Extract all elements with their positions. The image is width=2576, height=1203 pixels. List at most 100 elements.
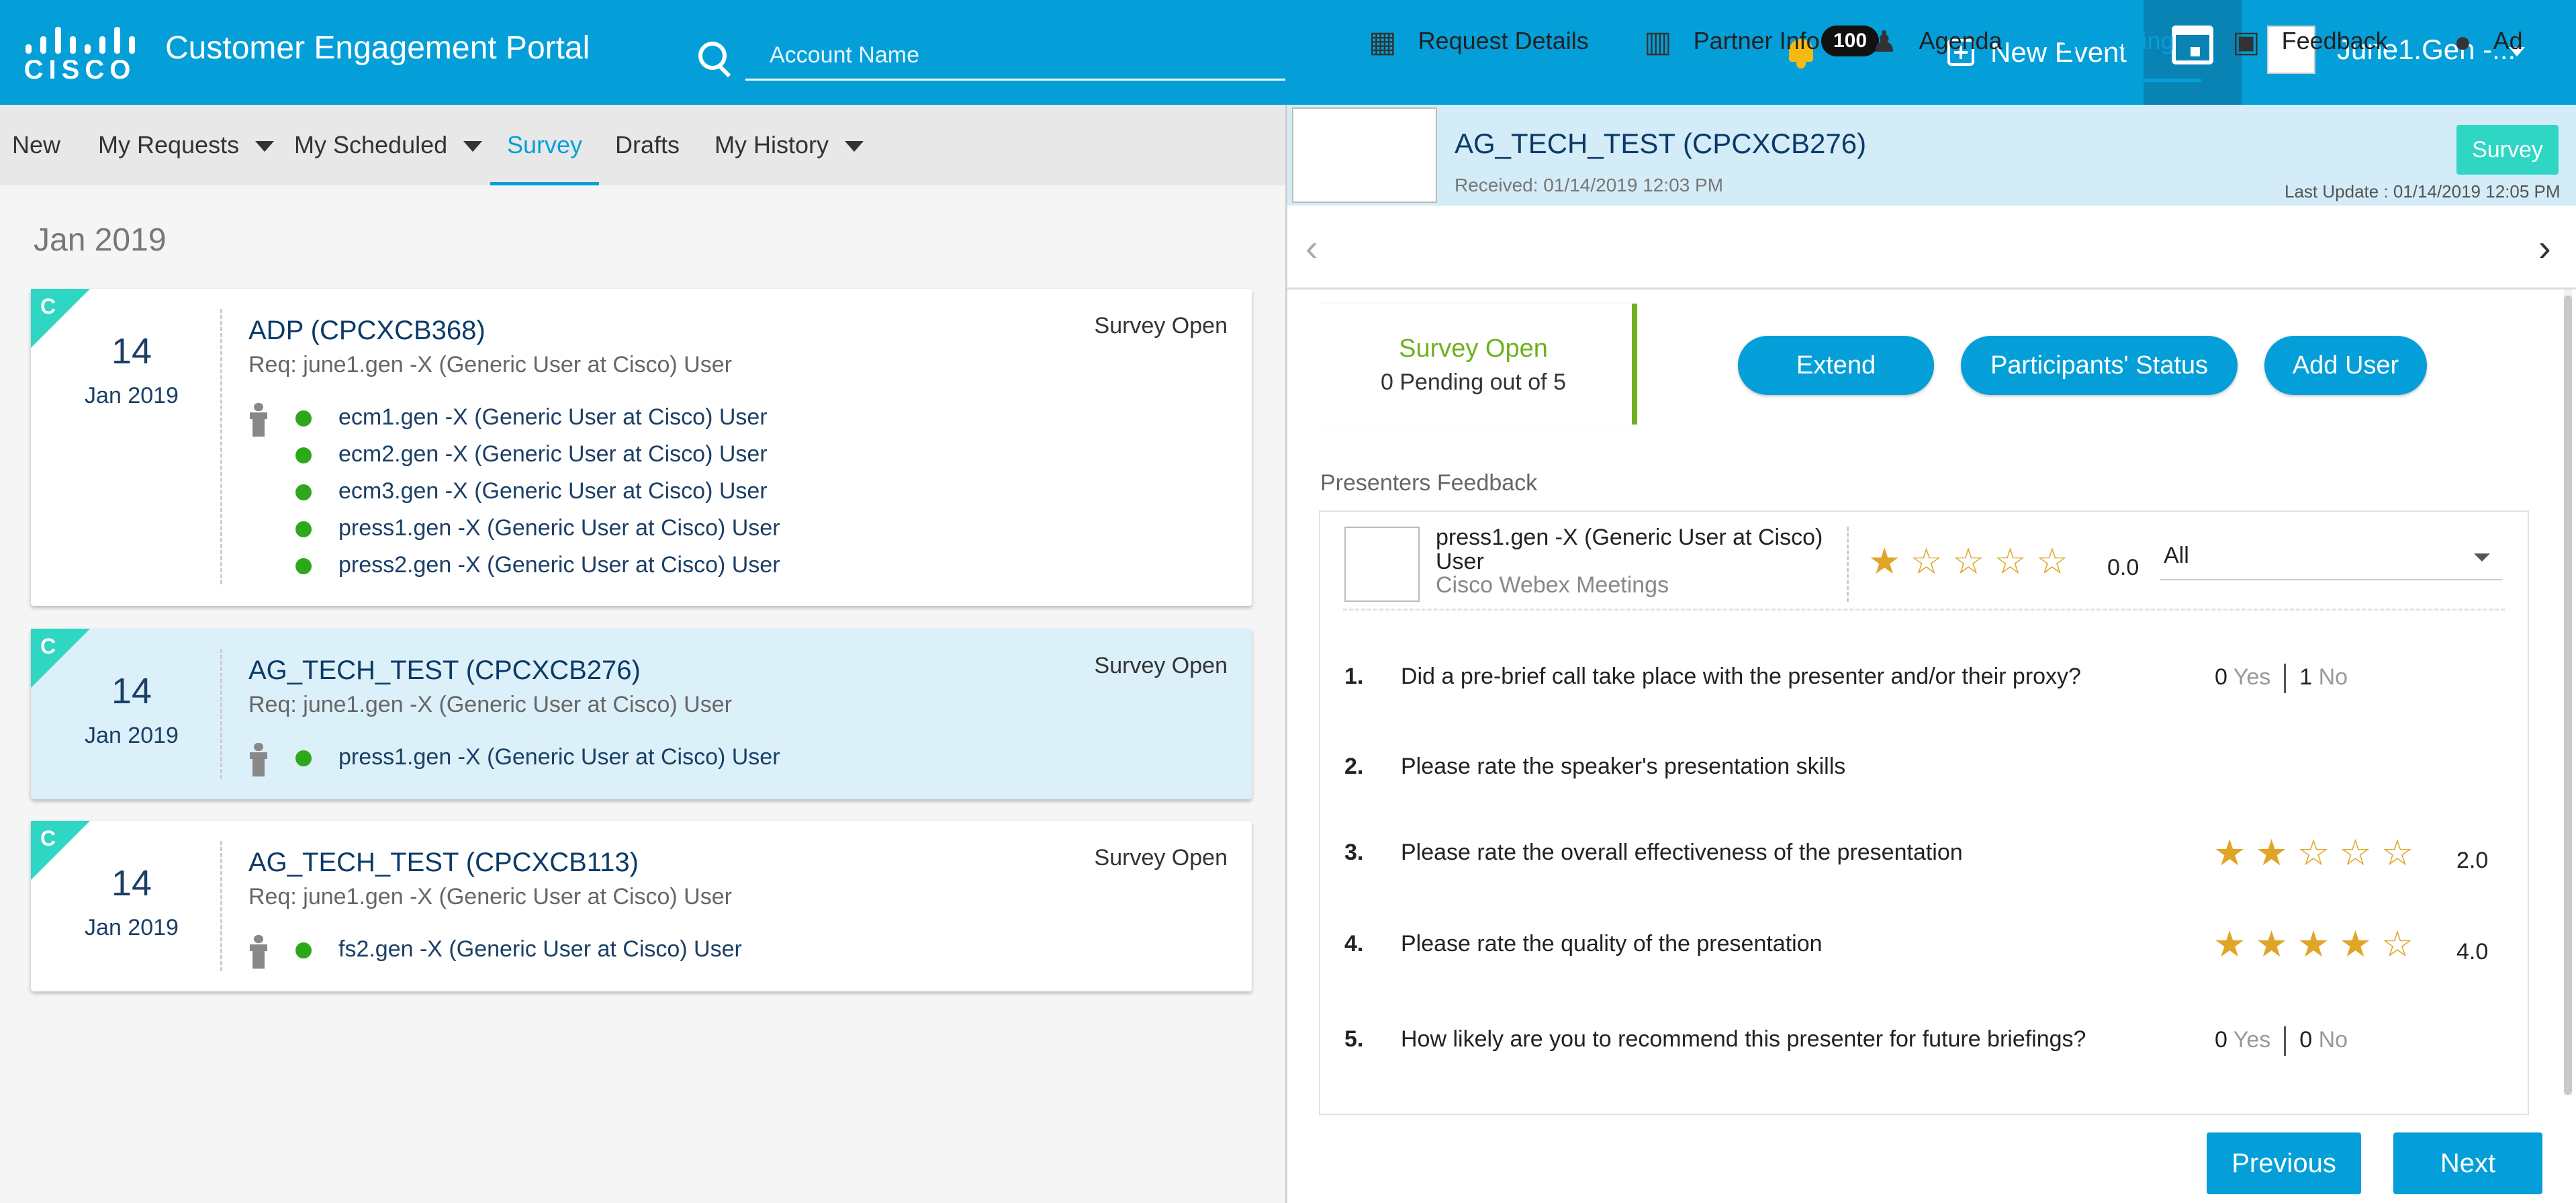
chevron-left-icon[interactable]: ‹ [1305,226,1318,269]
chevron-down-icon [2474,553,2490,562]
card-title[interactable]: ADP (CPCXCB368) [248,316,486,346]
no-count: 1 [2299,664,2313,690]
scrollbar-thumb[interactable] [2564,296,2572,1095]
star-empty-icon: ☆ [1951,541,1994,582]
question-number: 2. [1344,754,1364,779]
presenter-rating-value: 0.0 [2107,555,2140,580]
next-button[interactable]: Next [2393,1132,2542,1194]
attendee-item: press1.gen -X (Generic User at Cisco) Us… [295,744,780,770]
card-requester: Req: june1.gen -X (Generic User at Cisco… [248,692,732,717]
yes-count: 0 [2215,1026,2227,1053]
question-text: Did a pre-brief call take place with the… [1401,664,2081,689]
presenter-icon [248,403,269,437]
card-status: Survey Open [1094,313,1228,339]
add-user-button[interactable]: Add User [2264,336,2427,395]
corner-badge-label: C [40,826,56,850]
star-empty-icon: ☆ [2339,833,2381,873]
extend-button[interactable]: Extend [1738,336,1934,395]
presenters-feedback-panel [1319,510,2529,1115]
card-title[interactable]: AG_TECH_TEST (CPCXCB113) [248,848,639,878]
search-input[interactable] [745,32,1285,81]
corner-badge-label: C [40,294,56,318]
attendee-item: press2.gen -X (Generic User at Cisco) Us… [295,552,780,578]
star-filled-icon: ★ [1868,541,1911,582]
presenter-photo [1344,527,1420,602]
question-text: How likely are you to recommend this pre… [1401,1026,2086,1052]
detail-tabs [1287,206,2576,289]
card-requester: Req: june1.gen -X (Generic User at Cisco… [248,352,732,377]
attendee-item: ecm3.gen -X (Generic User at Cisco) User [295,478,768,504]
star-empty-icon: ☆ [1994,541,2036,582]
star-empty-icon: ☆ [2035,541,2078,582]
attendee-name: fs2.gen -X (Generic User at Cisco) User [338,936,742,962]
nav-item-label: New [12,131,61,159]
left-nav-bar: New My Requests My Scheduled Survey Draf… [0,105,1287,185]
no-count: 0 [2299,1026,2313,1053]
card-day: 14 [111,331,152,371]
star-empty-icon: ☆ [2381,833,2424,873]
presenter-divider [1847,527,1849,602]
tab-partner-info[interactable]: ▥ Partner Info [1644,0,1820,82]
calendar-icon: ▦ [1369,26,1397,59]
card-requester: Req: june1.gen -X (Generic User at Cisco… [248,884,732,909]
status-dot-icon [295,558,312,575]
question-number: 1. [1344,664,1364,689]
star-empty-icon: ☆ [2297,833,2340,873]
person-icon: ● [2454,26,2472,59]
question-number: 3. [1344,840,1364,865]
status-dot-icon [295,410,312,427]
tab-label: Rating [2104,27,2174,54]
nav-item-label: My Requests [98,131,240,159]
star-filled-icon: ★ [2339,924,2381,965]
chevron-down-icon [255,141,275,152]
nav-item-drafts[interactable]: Drafts [615,105,680,185]
nav-item-new[interactable]: New [12,105,60,185]
tab-label: Ad [2493,27,2523,54]
question-text: Please rate the overall effectiveness of… [1401,840,1963,865]
nav-item-label: Survey [506,131,583,159]
star-filled-icon: ★ [2255,833,2297,873]
request-card-selected[interactable]: C 14 Jan 2019 AG_TECH_TEST (CPCXCB276) R… [31,629,1252,799]
corner-badge-label: C [40,634,56,658]
cisco-logo[interactable]: CISCO [23,23,137,85]
previous-button[interactable]: Previous [2207,1132,2361,1194]
month-heading: Jan 2019 [34,222,167,258]
last-update-timestamp: Last Update : 01/14/2019 12:05 PM [2285,181,2561,202]
nav-item-my-history[interactable]: My History [715,105,864,185]
tab-label: Feedback [2281,27,2388,54]
star-filled-icon: ★ [2255,924,2297,965]
card-divider [220,841,222,971]
received-timestamp: Received: 01/14/2019 12:03 PM [1455,175,1724,195]
star-icon: ★ [2056,26,2083,59]
nav-item-my-requests[interactable]: My Requests [98,105,275,185]
card-day: 14 [111,863,152,903]
attendee-name: press2.gen -X (Generic User at Cisco) Us… [338,552,780,578]
status-dot-icon [295,447,312,464]
participants-status-button[interactable]: Participants' Status [1961,336,2238,395]
search-icon[interactable] [698,42,727,70]
yes-no-result: 0 Yes 1 No [2215,664,2348,693]
tab-rating[interactable]: ★ Rating [2025,0,2201,82]
star-empty-icon: ☆ [2381,924,2424,965]
tab-feedback[interactable]: ▣ Feedback [2232,0,2388,82]
card-title[interactable]: AG_TECH_TEST (CPCXCB276) [248,656,641,686]
tab-agenda[interactable]: ♟ Agenda [1871,0,2003,82]
chevron-right-icon[interactable]: › [2538,226,2551,269]
tab-request-details[interactable]: ▦ Request Details [1369,0,1589,82]
survey-status-box: Survey Open 0 Pending out of 5 [1320,304,1637,425]
presenter-filter-select[interactable]: All [2160,537,2502,580]
request-card[interactable]: C 14 Jan 2019 AG_TECH_TEST (CPCXCB113) R… [31,821,1252,991]
tab-additional[interactable]: ● Ad [2454,0,2523,82]
app-title: Customer Engagement Portal [165,30,590,66]
card-status: Survey Open [1094,845,1228,871]
logo-text: CISCO [24,55,136,85]
nav-item-survey[interactable]: Survey [490,105,599,185]
request-card[interactable]: C 14 Jan 2019 ADP (CPCXCB368) Req: june1… [31,289,1252,606]
star-filled-icon: ★ [2297,924,2340,965]
yes-label: Yes [2233,664,2271,690]
tab-label: Request Details [1418,27,1589,54]
nav-item-my-scheduled[interactable]: My Scheduled [294,105,483,185]
survey-pending-count: 0 Pending out of 5 [1380,369,1566,395]
presenters-feedback-label: Presenters Feedback [1320,470,1538,496]
attendee-item: ecm1.gen -X (Generic User at Cisco) User [295,404,768,431]
